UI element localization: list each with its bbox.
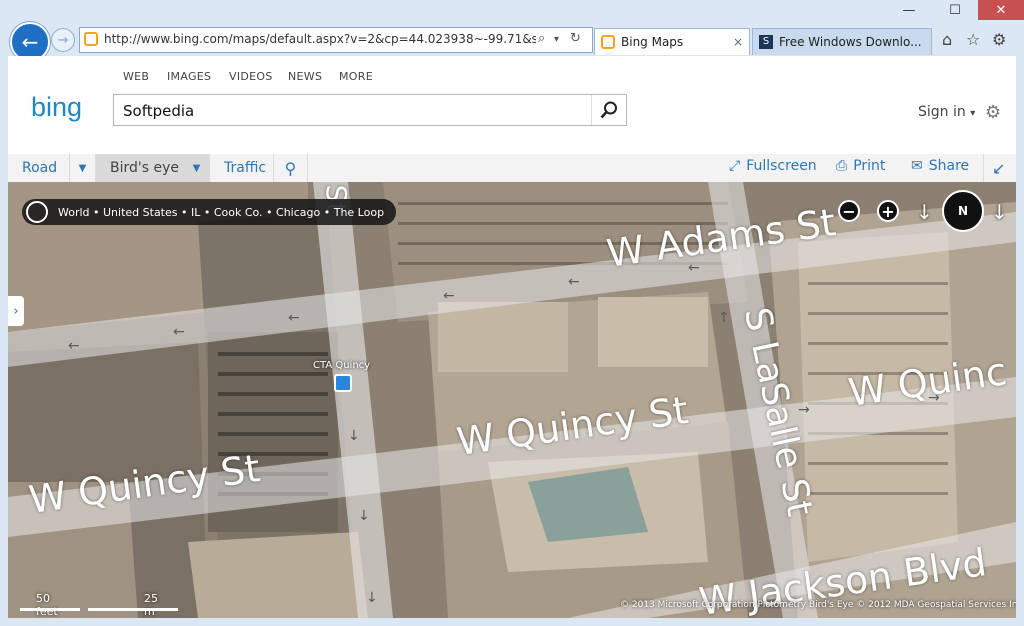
- birds-eye-label: Bird's eye: [110, 160, 179, 176]
- scale-feet: 50 feet: [36, 592, 58, 618]
- birds-eye-label-wrap[interactable]: Bird's eye: [96, 154, 184, 182]
- window-frame-left: [0, 56, 8, 618]
- print-label: Print: [853, 158, 886, 174]
- magnifier-icon: [600, 101, 617, 119]
- rotate-left-icon[interactable]: ↓: [916, 200, 933, 224]
- collapse-button[interactable]: ↙: [983, 154, 1005, 182]
- tab-label: Free Windows Downlo...: [779, 35, 922, 49]
- search-button[interactable]: [591, 95, 626, 125]
- chevron-down-icon: ▼: [78, 162, 87, 174]
- svg-text:←: ←: [288, 310, 300, 326]
- print-button[interactable]: ⎙ Print: [836, 158, 885, 174]
- window-frame-right: [1016, 56, 1024, 618]
- zoom-out-button[interactable]: −: [838, 200, 860, 222]
- svg-text:←: ←: [68, 338, 80, 354]
- tab-softpedia[interactable]: S Free Windows Downlo...: [752, 28, 932, 55]
- favorites-star-icon[interactable]: ☆: [966, 30, 980, 49]
- nav-web[interactable]: WEB: [123, 70, 149, 83]
- road-button[interactable]: Road: [8, 154, 70, 182]
- forward-arrow-icon: →: [57, 32, 69, 48]
- tools-gear-icon[interactable]: ⚙: [992, 30, 1006, 49]
- svg-text:←: ←: [443, 288, 455, 304]
- streetside-button[interactable]: ⚲: [274, 154, 308, 182]
- svg-text:↓: ↓: [366, 590, 378, 606]
- dropdown-icon[interactable]: ▾: [554, 34, 559, 45]
- rotate-right-icon[interactable]: ↓: [991, 200, 1008, 224]
- breadcrumb-text[interactable]: World • United States • IL • Cook Co. • …: [58, 206, 384, 219]
- collapse-arrow-icon: ↙: [992, 158, 1006, 178]
- chevron-right-icon: ›: [13, 303, 19, 319]
- transit-station-label: CTA Quincy: [313, 360, 371, 371]
- address-url[interactable]: http://www.bing.com/maps/default.aspx?v=…: [104, 32, 536, 46]
- fullscreen-icon: ⤢: [729, 158, 741, 174]
- birds-eye-dropdown[interactable]: ▼: [184, 154, 210, 182]
- expand-panel-tab[interactable]: ›: [8, 296, 24, 326]
- compass-button[interactable]: N: [942, 190, 984, 232]
- svg-text:←: ←: [173, 324, 185, 340]
- share-label: Share: [928, 158, 970, 174]
- zoom-in-button[interactable]: +: [877, 200, 899, 222]
- locate-me-icon[interactable]: [26, 201, 48, 223]
- location-breadcrumb[interactable]: World • United States • IL • Cook Co. • …: [22, 199, 397, 225]
- train-station-icon[interactable]: [334, 374, 352, 392]
- share-button[interactable]: ✉ Share: [911, 158, 969, 174]
- fullscreen-button[interactable]: ⤢ Fullscreen: [729, 158, 817, 174]
- minimize-button[interactable]: —: [886, 0, 932, 20]
- svg-text:←: ←: [568, 274, 580, 290]
- person-pin-icon: ⚲: [284, 158, 297, 178]
- sign-in-link[interactable]: Sign in ▾: [918, 104, 975, 120]
- traffic-label: Traffic: [224, 160, 267, 176]
- settings-gear-icon[interactable]: ⚙: [985, 102, 1001, 123]
- window-frame-bottom: [0, 618, 1024, 626]
- envelope-icon: ✉: [911, 158, 923, 174]
- road-label: Road: [22, 160, 58, 176]
- back-arrow-icon: ←: [21, 30, 39, 54]
- forward-button[interactable]: →: [51, 28, 75, 52]
- road-dropdown[interactable]: ▼: [70, 154, 96, 182]
- bing-favicon-icon: [84, 32, 98, 46]
- chevron-down-icon: ▾: [970, 108, 976, 119]
- close-tab-icon[interactable]: ×: [733, 35, 743, 49]
- tab-bing-maps[interactable]: Bing Maps ×: [594, 28, 750, 55]
- softpedia-favicon-icon: S: [759, 35, 773, 49]
- nav-videos[interactable]: VIDEOS: [229, 70, 273, 83]
- address-bar[interactable]: http://www.bing.com/maps/default.aspx?v=…: [79, 27, 593, 53]
- scale-meters: 25 m: [144, 592, 158, 618]
- fullscreen-label: Fullscreen: [746, 158, 817, 174]
- search-query[interactable]: Softpedia: [123, 102, 194, 120]
- svg-text:↓: ↓: [348, 428, 360, 444]
- bing-logo[interactable]: bing: [31, 92, 82, 123]
- chevron-down-icon: ▼: [192, 162, 201, 174]
- search-input[interactable]: Softpedia: [113, 94, 627, 126]
- map-copyright: © 2013 Microsoft Corporation Pictometry …: [620, 600, 1016, 610]
- traffic-button[interactable]: Traffic: [210, 154, 274, 182]
- north-label: N: [957, 204, 969, 218]
- window-controls: — ☐ ✕: [886, 0, 1024, 22]
- svg-text:↑: ↑: [718, 310, 730, 326]
- bing-favicon-icon: [601, 35, 615, 49]
- refresh-icon[interactable]: ↻: [570, 31, 581, 46]
- maximize-button[interactable]: ☐: [932, 0, 978, 20]
- map-view[interactable]: ← ← ← ← ← ← ↓ ↓ ↓ ↑ → → l St W Adams St W Quincy…: [8, 182, 1016, 618]
- tab-label: Bing Maps: [621, 35, 684, 49]
- printer-icon: ⎙: [836, 158, 848, 174]
- close-window-button[interactable]: ✕: [978, 0, 1024, 20]
- search-icon[interactable]: ⌕: [538, 31, 545, 46]
- nav-more[interactable]: MORE: [339, 70, 373, 83]
- nav-news[interactable]: NEWS: [288, 70, 322, 83]
- home-icon[interactable]: ⌂: [942, 30, 952, 49]
- nav-images[interactable]: IMAGES: [167, 70, 211, 83]
- sign-in-label: Sign in: [918, 104, 966, 120]
- svg-text:↓: ↓: [358, 508, 370, 524]
